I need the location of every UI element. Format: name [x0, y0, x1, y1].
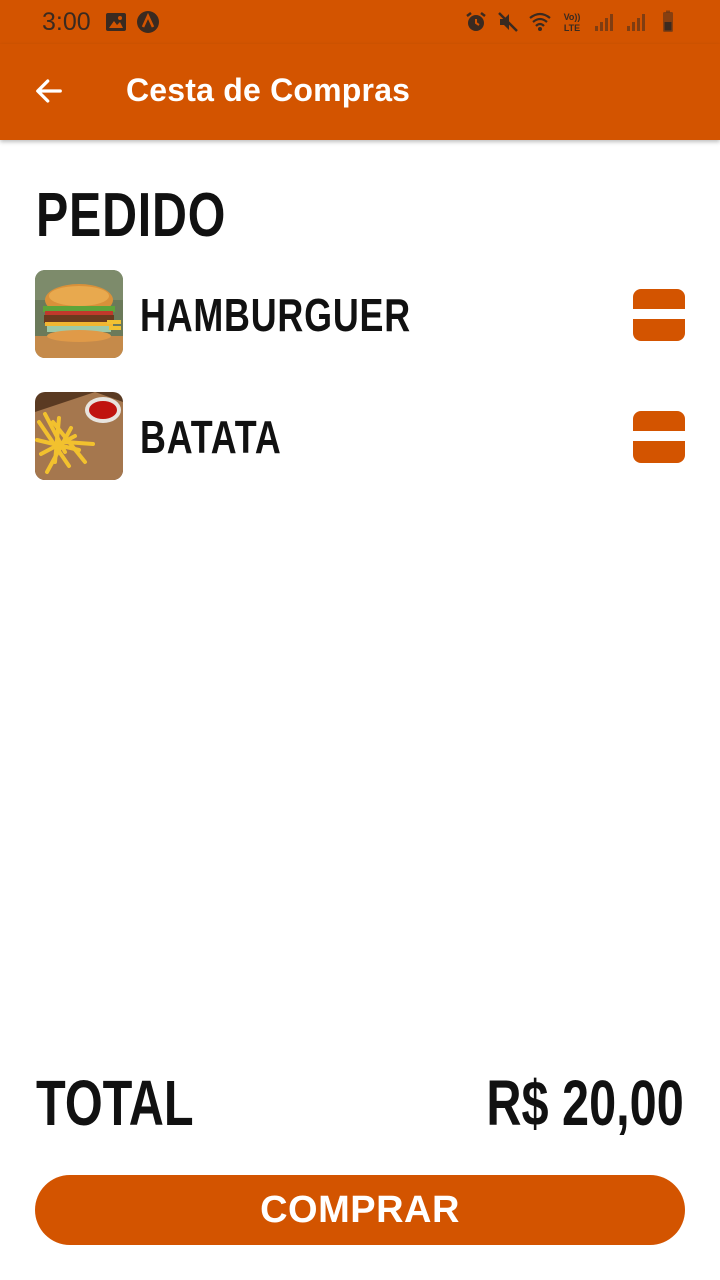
- total-value: R$ 20,00: [486, 1067, 684, 1139]
- page-title: Cesta de Compras: [126, 72, 411, 108]
- total-label: TOTAL: [36, 1067, 194, 1139]
- alarm-icon: [466, 12, 486, 31]
- status-time: 3:00: [42, 8, 91, 36]
- order-section-title: PEDIDO: [36, 181, 227, 250]
- remove-item-button[interactable]: [633, 411, 685, 463]
- order-item-hamburguer: HAMBURGUER: [0, 270, 720, 392]
- svg-text:Vo)): Vo)): [564, 12, 581, 22]
- item-name: BATATA: [140, 411, 282, 463]
- burger-image: [35, 270, 123, 358]
- order-list: HAMBURGUER BATATA: [0, 270, 720, 514]
- signal-icon-2: [627, 14, 645, 31]
- image-icon: [106, 13, 126, 31]
- minus-icon: [633, 431, 685, 441]
- fries-image: [35, 392, 123, 480]
- app-badge-icon: [137, 11, 159, 33]
- arrow-left-icon: [36, 79, 62, 103]
- svg-text:LTE: LTE: [564, 23, 580, 33]
- status-bar: 3:00 Vo)) LTE: [0, 0, 720, 44]
- remove-item-button[interactable]: [633, 289, 685, 341]
- status-left-icons: [104, 10, 160, 34]
- signal-icon: [595, 14, 613, 31]
- order-item-batata: BATATA: [0, 392, 720, 514]
- status-right-icons: Vo)) LTE: [464, 10, 680, 34]
- volte-icon: Vo)) LTE: [564, 12, 581, 33]
- item-name: HAMBURGUER: [140, 289, 411, 341]
- wifi-icon: [529, 12, 551, 31]
- buy-button[interactable]: COMPRAR: [35, 1175, 685, 1245]
- minus-icon: [633, 309, 685, 319]
- screen: 3:00 Vo)) LTE Cesta de Compras PEDIDO HA…: [0, 0, 720, 1280]
- app-bar: Cesta de Compras: [0, 44, 720, 140]
- battery-icon: [663, 10, 673, 32]
- mute-icon: [498, 12, 518, 32]
- back-button[interactable]: [24, 68, 74, 114]
